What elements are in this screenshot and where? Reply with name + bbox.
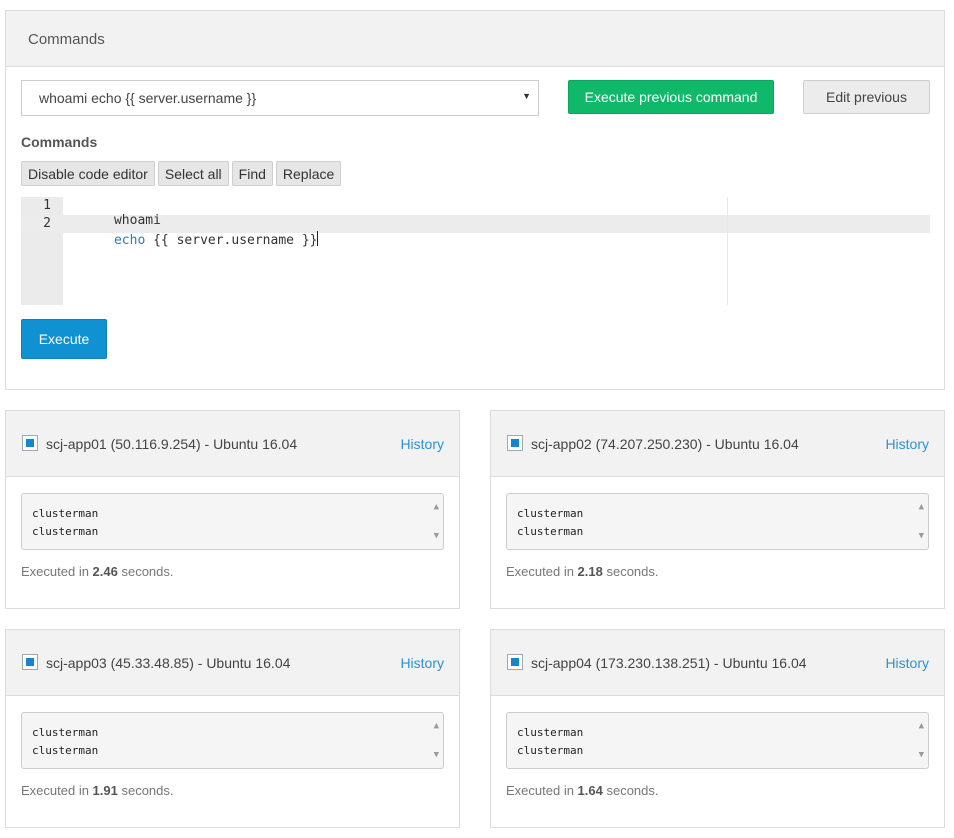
scroll-down-arrow-icon[interactable]: ▼ (434, 746, 439, 764)
history-link[interactable]: History (885, 655, 929, 671)
history-link[interactable]: History (885, 436, 929, 452)
output-line: clusterman (32, 744, 99, 757)
replace-button[interactable]: Replace (275, 161, 342, 186)
scroll-down-arrow-icon[interactable]: ▼ (434, 527, 439, 545)
scroll-up-arrow-icon[interactable]: ▲ (919, 717, 924, 735)
command-output[interactable]: clusterman clusterman ▲ ▼ (506, 493, 929, 550)
execution-time-prefix: Executed in (506, 783, 578, 798)
output-line: clusterman (32, 726, 99, 739)
caret-down-icon: ▼ (522, 91, 531, 101)
server-card: scj-app01 (50.116.9.254) - Ubuntu 16.04 … (5, 410, 460, 609)
editor-print-margin (727, 197, 728, 305)
execution-time-prefix: Executed in (21, 564, 93, 579)
checkbox-checked-icon[interactable] (507, 435, 523, 451)
server-card-header: scj-app01 (50.116.9.254) - Ubuntu 16.04 … (6, 411, 459, 477)
commands-section-label: Commands (21, 134, 98, 150)
server-card: scj-app04 (173.230.138.251) - Ubuntu 16.… (490, 629, 945, 828)
execution-time-prefix: Executed in (506, 564, 578, 579)
code-text: {{ server.username }} (145, 233, 318, 248)
command-output[interactable]: clusterman clusterman ▲ ▼ (506, 712, 929, 769)
server-card: scj-app03 (45.33.48.85) - Ubuntu 16.04 H… (5, 629, 460, 828)
checkbox-checked-icon[interactable] (22, 435, 38, 451)
server-name: scj-app03 (45.33.48.85) - Ubuntu 16.04 (46, 655, 291, 671)
line-number: 1 (43, 198, 51, 213)
checkbox-checked-icon[interactable] (507, 654, 523, 670)
output-line: clusterman (517, 726, 584, 739)
execution-time: Executed in 2.46 seconds. (21, 564, 174, 579)
history-link[interactable]: History (400, 436, 444, 452)
execution-seconds: 1.91 (92, 783, 118, 798)
code-line[interactable]: whoami (67, 198, 161, 228)
scroll-down-arrow-icon[interactable]: ▼ (919, 527, 924, 545)
execution-seconds: 1.64 (577, 783, 603, 798)
code-line[interactable]: echo {{ server.username }} (67, 216, 319, 248)
output-line: clusterman (517, 507, 584, 520)
server-name: scj-app04 (173.230.138.251) - Ubuntu 16.… (531, 655, 807, 671)
code-editor[interactable]: 1 whoami 2 echo {{ server.username }} (21, 197, 930, 305)
server-card-header: scj-app03 (45.33.48.85) - Ubuntu 16.04 H… (6, 630, 459, 696)
previous-command-select-value: whoami echo {{ server.username }} (39, 90, 257, 106)
scroll-up-arrow-icon[interactable]: ▲ (434, 498, 439, 516)
code-keyword: echo (113, 233, 146, 248)
editor-gutter (21, 197, 63, 305)
commands-panel-title: Commands (6, 11, 944, 67)
execution-time: Executed in 1.64 seconds. (506, 783, 659, 798)
execution-time-prefix: Executed in (21, 783, 93, 798)
previous-command-select[interactable]: whoami echo {{ server.username }} ▼ (21, 80, 539, 116)
execution-time-suffix: seconds. (602, 783, 659, 798)
execution-time: Executed in 2.18 seconds. (506, 564, 659, 579)
command-output[interactable]: clusterman clusterman ▲ ▼ (21, 493, 444, 550)
execution-time-suffix: seconds. (117, 783, 174, 798)
execution-seconds: 2.46 (92, 564, 118, 579)
commands-panel: Commands whoami echo {{ server.username … (5, 10, 945, 390)
find-button[interactable]: Find (231, 161, 273, 186)
command-output[interactable]: clusterman clusterman ▲ ▼ (21, 712, 444, 769)
history-link[interactable]: History (400, 655, 444, 671)
scroll-down-arrow-icon[interactable]: ▼ (919, 746, 924, 764)
execute-button[interactable]: Execute (21, 319, 107, 359)
execution-time-suffix: seconds. (602, 564, 659, 579)
server-name: scj-app02 (74.207.250.230) - Ubuntu 16.0… (531, 436, 799, 452)
disable-code-editor-button[interactable]: Disable code editor (21, 161, 155, 186)
server-card-header: scj-app02 (74.207.250.230) - Ubuntu 16.0… (491, 411, 944, 477)
execution-time-suffix: seconds. (117, 564, 174, 579)
edit-previous-button[interactable]: Edit previous (803, 80, 930, 114)
scroll-up-arrow-icon[interactable]: ▲ (434, 717, 439, 735)
output-line: clusterman (517, 744, 584, 757)
checkbox-checked-icon[interactable] (22, 654, 38, 670)
editor-toolbar: Disable code editor Select all Find Repl… (21, 161, 342, 186)
server-name: scj-app01 (50.116.9.254) - Ubuntu 16.04 (46, 436, 298, 452)
scroll-up-arrow-icon[interactable]: ▲ (919, 498, 924, 516)
line-number: 2 (43, 216, 51, 231)
select-all-button[interactable]: Select all (157, 161, 229, 186)
execute-previous-command-button[interactable]: Execute previous command (568, 80, 774, 114)
text-cursor (317, 231, 319, 246)
execution-seconds: 2.18 (577, 564, 603, 579)
execution-time: Executed in 1.91 seconds. (21, 783, 174, 798)
output-line: clusterman (32, 507, 99, 520)
output-line: clusterman (517, 525, 584, 538)
server-card-header: scj-app04 (173.230.138.251) - Ubuntu 16.… (491, 630, 944, 696)
output-line: clusterman (32, 525, 99, 538)
server-card: scj-app02 (74.207.250.230) - Ubuntu 16.0… (490, 410, 945, 609)
